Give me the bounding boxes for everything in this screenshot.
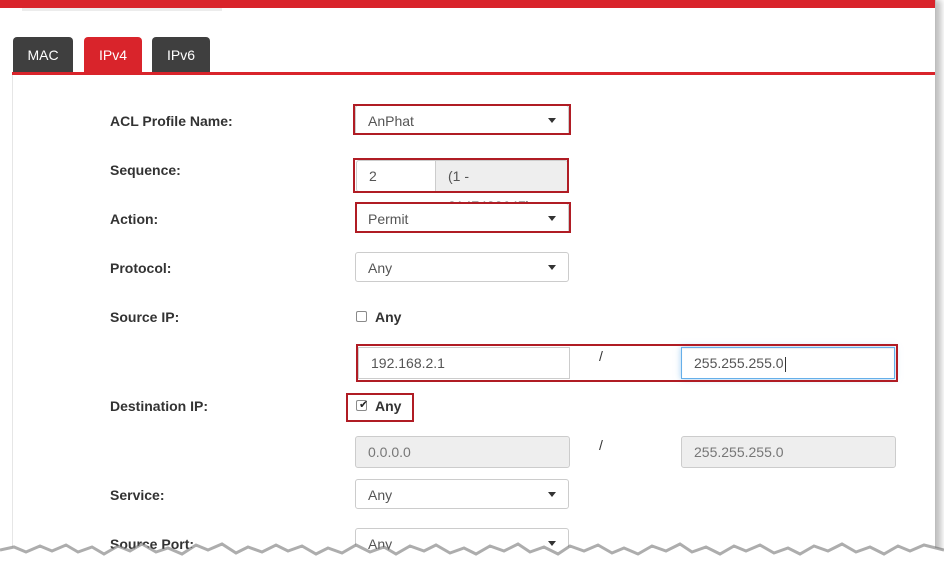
- sequence-label: Sequence:: [110, 162, 181, 178]
- source-ip-any-label: Any: [375, 309, 402, 325]
- service-select[interactable]: Any: [355, 479, 569, 509]
- source-ip-label: Source IP:: [110, 309, 180, 325]
- service-label: Service:: [110, 487, 165, 503]
- tab-ipv4[interactable]: IPv4: [84, 37, 142, 73]
- chevron-down-icon: [548, 265, 556, 270]
- top-panel-edge: [22, 8, 222, 11]
- protocol-label: Protocol:: [110, 260, 172, 276]
- destination-ip-address-input: 0.0.0.0: [355, 436, 570, 468]
- page-frame: MAC IPv4 IPv6 ACL Profile Name: AnPhat S…: [0, 0, 936, 575]
- top-accent-bar: [0, 0, 935, 8]
- content-border: [12, 75, 13, 575]
- highlight-sequence: [353, 158, 569, 193]
- source-ip-any-checkbox[interactable]: [356, 311, 367, 322]
- action-label: Action:: [110, 211, 159, 227]
- highlight-acl-profile: [353, 104, 571, 135]
- tab-ipv6[interactable]: IPv6: [152, 37, 210, 73]
- tab-underline: [12, 72, 935, 75]
- highlight-action: [355, 202, 571, 233]
- acl-profile-name-label: ACL Profile Name:: [110, 113, 233, 129]
- destination-ip-mask-input: 255.255.255.0: [681, 436, 896, 468]
- tab-mac[interactable]: MAC: [13, 37, 73, 73]
- destination-ip-label: Destination IP:: [110, 398, 209, 414]
- protocol-select[interactable]: Any: [355, 252, 569, 282]
- chevron-down-icon: [548, 492, 556, 497]
- highlight-source-ip: [356, 344, 898, 382]
- protocol-value: Any: [368, 260, 393, 276]
- service-value: Any: [368, 487, 393, 503]
- torn-edge-decoration: [0, 542, 944, 575]
- highlight-destination-any: [346, 393, 414, 422]
- destination-ip-separator: /: [599, 437, 603, 453]
